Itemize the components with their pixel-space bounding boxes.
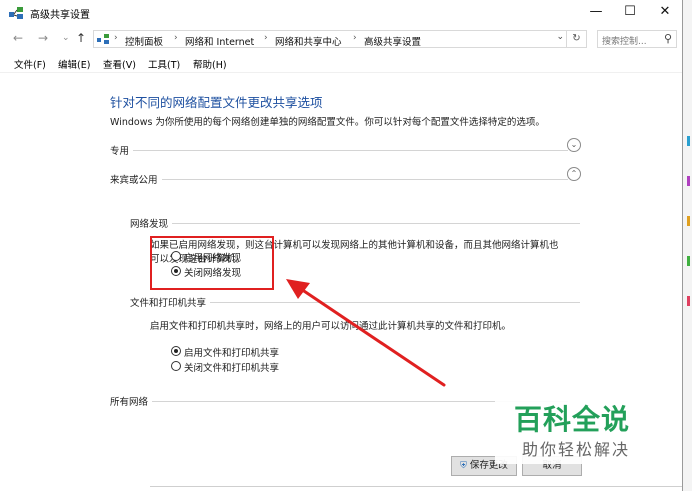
search-icon[interactable]: ⚲ (664, 32, 672, 45)
breadcrumb-separator: › (114, 33, 118, 43)
advanced-sharing-window: 高级共享设置 — ☐ ✕ ← → ⌄ ↑ › 控制面板 › 网络和 Intern… (0, 0, 683, 491)
breadcrumb-separator[interactable]: › (353, 33, 357, 43)
menu-tools[interactable]: 工具(T) (148, 57, 180, 71)
annotation-arrow (286, 279, 446, 387)
background-marker (687, 296, 690, 306)
maximize-button[interactable]: ☐ (613, 0, 647, 26)
menu-bar: 文件(F) 编辑(E) 查看(V) 工具(T) 帮助(H) (0, 54, 682, 73)
search-placeholder: 搜索控制... (602, 37, 647, 47)
minimize-button[interactable]: — (579, 0, 613, 26)
network-discovery-title: 网络发现 (130, 216, 173, 230)
shield-icon: ⛨ (460, 461, 467, 471)
page-description: Windows 为你所使用的每个网络创建单独的网络配置文件。你可以针对每个配置文… (110, 117, 545, 128)
radio-label[interactable]: 启用文件和打印机共享 (184, 345, 279, 359)
page-title: 针对不同的网络配置文件更改共享选项 (110, 95, 323, 110)
up-arrow-icon[interactable]: ↑ (76, 31, 86, 45)
window-title: 高级共享设置 (30, 10, 90, 21)
background-marker (687, 176, 690, 186)
section-all-networks[interactable]: 所有网络 (110, 394, 153, 408)
divider (150, 486, 682, 487)
title-bar: 高级共享设置 — ☐ ✕ (0, 0, 682, 26)
breadcrumb-advanced-sharing[interactable]: 高级共享设置 (364, 34, 421, 48)
section-guest-public[interactable]: 来宾或公用 (110, 172, 162, 186)
control-panel-icon (97, 34, 109, 44)
menu-edit[interactable]: 编辑(E) (58, 57, 90, 71)
collapse-guest-public-icon[interactable]: ⌃ (567, 167, 581, 181)
refresh-button[interactable]: ↻ (567, 30, 587, 48)
search-box[interactable]: 搜索控制... ⚲ (597, 30, 677, 48)
radio-label[interactable]: 关闭文件和打印机共享 (184, 360, 279, 374)
breadcrumb-network-internet[interactable]: 网络和 Internet (185, 34, 254, 48)
breadcrumb-separator[interactable]: › (174, 33, 178, 43)
forward-arrow-icon[interactable]: → (38, 31, 48, 45)
radio-button[interactable] (171, 361, 181, 371)
expand-private-icon[interactable]: ⌄ (567, 138, 581, 152)
navigation-bar: ← → ⌄ ↑ › 控制面板 › 网络和 Internet › 网络和共享中心 … (0, 26, 682, 52)
highlight-box (150, 236, 274, 290)
close-button[interactable]: ✕ (648, 0, 682, 26)
menu-view[interactable]: 查看(V) (103, 57, 136, 71)
background-window-edge (683, 0, 692, 491)
background-marker (687, 216, 690, 226)
divider (110, 179, 568, 180)
back-arrow-icon[interactable]: ← (13, 31, 23, 45)
breadcrumb-control-panel[interactable]: 控制面板 (125, 34, 163, 48)
menu-help[interactable]: 帮助(H) (193, 57, 227, 71)
radio-button-selected[interactable] (171, 346, 181, 356)
menu-file[interactable]: 文件(F) (14, 57, 46, 71)
address-dropdown-icon[interactable]: ⌄ (556, 32, 564, 42)
breadcrumb-network-sharing-center[interactable]: 网络和共享中心 (275, 34, 342, 48)
divider (110, 150, 568, 151)
divider (130, 223, 580, 224)
recent-locations-icon[interactable]: ⌄ (62, 31, 70, 45)
background-marker (687, 256, 690, 266)
network-app-icon (9, 7, 23, 19)
section-private[interactable]: 专用 (110, 143, 134, 157)
breadcrumb-separator[interactable]: › (264, 33, 268, 43)
file-printer-sharing-title: 文件和打印机共享 (130, 295, 211, 309)
address-bar[interactable]: › 控制面板 › 网络和 Internet › 网络和共享中心 › 高级共享设置… (93, 30, 567, 48)
background-marker (687, 136, 690, 146)
watermark-title: 百科全说 (514, 403, 631, 436)
watermark-subtitle: 助你轻松解决 (522, 440, 631, 459)
